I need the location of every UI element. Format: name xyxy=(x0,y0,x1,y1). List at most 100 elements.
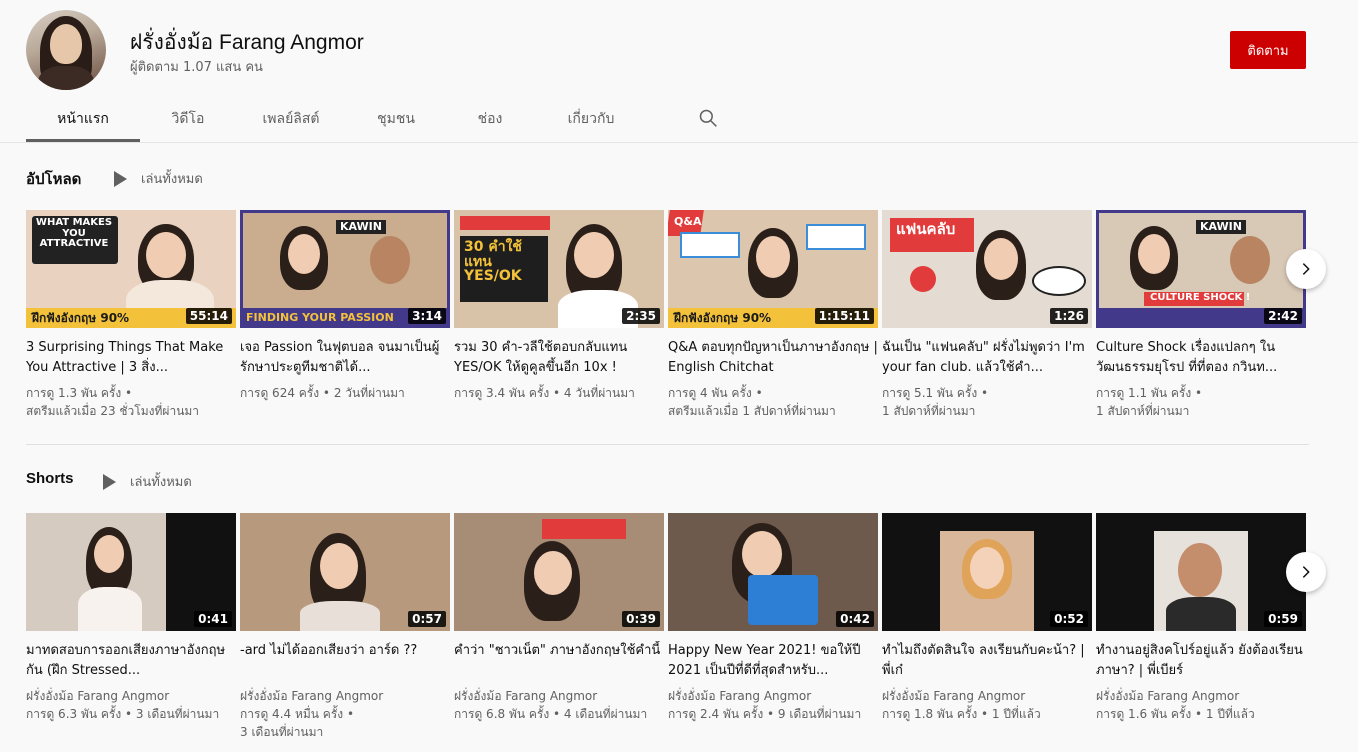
short-card[interactable]: 0:41 มาทดสอบการออกเสียงภาษาอังกฤษกัน (ฝึ… xyxy=(26,513,236,723)
uploads-next-button[interactable] xyxy=(1286,249,1326,289)
play-icon xyxy=(114,170,127,187)
play-all-label: เล่นทั้งหมด xyxy=(141,172,203,187)
video-date: 3 เดือนที่ผ่านมา xyxy=(240,725,324,739)
video-title[interactable]: เจอ Passion ในฟุตบอล จนมาเป็นผู้รักษาประ… xyxy=(240,338,450,378)
video-views: การดู 2.4 พัน ครั้ง • 9 เดือนที่ผ่านมา xyxy=(668,707,862,721)
video-duration: 0:39 xyxy=(622,611,660,627)
video-date: สตรีมแล้วเมื่อ 1 สัปดาห์ที่ผ่านมา xyxy=(668,404,836,418)
video-title[interactable]: 3 Surprising Things That Make You Attrac… xyxy=(26,338,236,378)
thumbnail-caption: KAWIN xyxy=(1196,220,1246,234)
thumbnail-caption: WHAT MAKES YOU ATTRACTIVE xyxy=(35,217,113,249)
video-views: การดู 6.3 พัน ครั้ง • 3 เดือนที่ผ่านมา xyxy=(26,707,220,721)
thumbnail-caption: 30 คำใช้แทน YES/OK xyxy=(464,239,522,285)
subscribe-button[interactable]: ติดตาม xyxy=(1230,31,1306,69)
video-title[interactable]: Q&A ตอบทุกปัญหาเป็นภาษาอังกฤษ | English … xyxy=(668,338,878,378)
thumbnail-banner: ฝึกฟังอังกฤษ 90% xyxy=(32,311,130,326)
video-date: 1 สัปดาห์ที่ผ่านมา xyxy=(1096,404,1190,418)
video-card[interactable]: WHAT MAKES YOU ATTRACTIVE ฝึกฟังอังกฤษ 9… xyxy=(26,210,236,420)
play-all-label: เล่นทั้งหมด xyxy=(130,475,192,490)
video-title[interactable]: รวม 30 คำ-วลีใช้ตอบกลับแทน YES/OK ให้ดูค… xyxy=(454,338,664,378)
video-thumbnail[interactable]: KAWIN FINDING YOUR PASSION 3:14 xyxy=(240,210,450,328)
video-duration: 2:42 xyxy=(1264,308,1302,324)
video-title[interactable]: ทำงานอยู่สิงคโปร์อยู่แล้ว ยังต้องเรียนภา… xyxy=(1096,641,1306,681)
play-icon xyxy=(103,473,116,490)
video-views: การดู 5.1 พัน ครั้ง • xyxy=(882,386,989,400)
video-thumbnail[interactable]: Q&A ฝึกฟังอังกฤษ 90% 1:15:11 xyxy=(668,210,878,328)
video-thumbnail[interactable]: KAWIN CULTURE SHOCK ! 2:42 xyxy=(1096,210,1306,328)
channel-name: ฝรั่งอั่งม้อ Farang Angmor xyxy=(130,31,364,54)
subscriber-count: ผู้ติดตาม 1.07 แสน คน xyxy=(130,60,263,75)
video-channel[interactable]: ฝรั่งอั่งม้อ Farang Angmor xyxy=(1096,687,1306,705)
video-duration: 0:52 xyxy=(1050,611,1088,627)
short-card[interactable]: 0:57 -ard ไม่ได้ออกเสียงว่า อาร์ด ?? ฝรั… xyxy=(240,513,450,741)
tab-videos[interactable]: วิดีโอ xyxy=(140,98,236,142)
thumbnail-caption: แฟนคลับ xyxy=(896,220,956,238)
video-views: การดู 4.4 หมื่น ครั้ง • xyxy=(240,707,355,721)
short-thumbnail[interactable]: 0:39 xyxy=(454,513,664,631)
shorts-shelf-title[interactable]: Shorts xyxy=(26,470,74,487)
video-duration: 55:14 xyxy=(185,308,232,324)
video-date: 1 สัปดาห์ที่ผ่านมา xyxy=(882,404,976,418)
video-views: การดู 1.1 พัน ครั้ง • xyxy=(1096,386,1203,400)
short-card[interactable]: 0:52 ทำไมถึงตัดสินใจ ลงเรียนกับคะน้า? | … xyxy=(882,513,1092,723)
tab-playlists[interactable]: เพลย์ลิสต์ xyxy=(236,98,346,142)
tab-home[interactable]: หน้าแรก xyxy=(26,98,140,142)
short-thumbnail[interactable]: 0:57 xyxy=(240,513,450,631)
video-card[interactable]: แฟนคลับ 1:26 ฉันเป็น "แฟนคลับ" ฝรั่งไม่พ… xyxy=(882,210,1092,420)
video-duration: 0:42 xyxy=(836,611,874,627)
chevron-right-icon xyxy=(1302,263,1310,275)
uploads-play-all-button[interactable]: เล่นทั้งหมด xyxy=(114,168,203,189)
video-duration: 1:15:11 xyxy=(814,308,874,324)
thumbnail-caption: KAWIN xyxy=(336,220,386,234)
tab-channels[interactable]: ช่อง xyxy=(446,98,534,142)
shelf-divider xyxy=(26,444,1309,445)
short-card[interactable]: 0:59 ทำงานอยู่สิงคโปร์อยู่แล้ว ยังต้องเร… xyxy=(1096,513,1306,723)
short-thumbnail[interactable]: 0:52 xyxy=(882,513,1092,631)
video-duration: 0:59 xyxy=(1264,611,1302,627)
channel-home-content: อัปโหลด เล่นทั้งหมด WHAT MAKES YOU ATTRA… xyxy=(0,143,1358,752)
video-title[interactable]: ทำไมถึงตัดสินใจ ลงเรียนกับคะน้า? | พี่เก… xyxy=(882,641,1092,681)
video-title[interactable]: Happy New Year 2021! ขอให้ปี 2021 เป็นปี… xyxy=(668,641,878,681)
video-card[interactable]: KAWIN FINDING YOUR PASSION 3:14 เจอ Pass… xyxy=(240,210,450,402)
video-thumbnail[interactable]: แฟนคลับ 1:26 xyxy=(882,210,1092,328)
video-channel[interactable]: ฝรั่งอั่งม้อ Farang Angmor xyxy=(240,687,450,705)
search-icon[interactable] xyxy=(698,108,718,128)
channel-header: ฝรั่งอั่งม้อ Farang Angmor ผู้ติดตาม 1.0… xyxy=(0,0,1358,142)
tab-community[interactable]: ชุมชน xyxy=(346,98,446,142)
short-thumbnail[interactable]: 0:59 xyxy=(1096,513,1306,631)
chevron-right-icon xyxy=(1302,566,1310,578)
short-thumbnail[interactable]: 0:41 xyxy=(26,513,236,631)
channel-tabs: หน้าแรก วิดีโอ เพลย์ลิสต์ ชุมชน ช่อง เกี… xyxy=(26,98,648,142)
video-title[interactable]: คำว่า "ชาวเน็ต" ภาษาอังกฤษใช้คำนี้ xyxy=(454,641,664,681)
video-title[interactable]: Culture Shock เรื่องแปลกๆ ในวัฒนธรรมยุโร… xyxy=(1096,338,1306,378)
video-title[interactable]: มาทดสอบการออกเสียงภาษาอังกฤษกัน (ฝึก Str… xyxy=(26,641,236,681)
video-channel[interactable]: ฝรั่งอั่งม้อ Farang Angmor xyxy=(882,687,1092,705)
video-title[interactable]: ฉันเป็น "แฟนคลับ" ฝรั่งไม่พูดว่า I'm you… xyxy=(882,338,1092,378)
video-views: การดู 624 ครั้ง • 2 วันที่ผ่านมา xyxy=(240,386,405,400)
video-views: การดู 1.6 พัน ครั้ง • 1 ปีที่แล้ว xyxy=(1096,707,1255,721)
short-card[interactable]: 0:39 คำว่า "ชาวเน็ต" ภาษาอังกฤษใช้คำนี้ … xyxy=(454,513,664,723)
video-thumbnail[interactable]: WHAT MAKES YOU ATTRACTIVE ฝึกฟังอังกฤษ 9… xyxy=(26,210,236,328)
video-duration: 1:26 xyxy=(1050,308,1088,324)
video-channel[interactable]: ฝรั่งอั่งม้อ Farang Angmor xyxy=(668,687,878,705)
thumbnail-banner: ฝึกฟังอังกฤษ 90% xyxy=(674,311,772,326)
video-title[interactable]: -ard ไม่ได้ออกเสียงว่า อาร์ด ?? xyxy=(240,641,450,681)
uploads-shelf-title[interactable]: อัปโหลด xyxy=(26,167,81,191)
video-channel[interactable]: ฝรั่งอั่งม้อ Farang Angmor xyxy=(454,687,664,705)
video-channel[interactable]: ฝรั่งอั่งม้อ Farang Angmor xyxy=(26,687,236,705)
video-card[interactable]: KAWIN CULTURE SHOCK ! 2:42 Culture Shock… xyxy=(1096,210,1306,420)
video-card[interactable]: 30 คำใช้แทน YES/OK 2:35 รวม 30 คำ-วลีใช้… xyxy=(454,210,664,402)
video-views: การดู 4 พัน ครั้ง • xyxy=(668,386,763,400)
video-card[interactable]: Q&A ฝึกฟังอังกฤษ 90% 1:15:11 Q&A ตอบทุกป… xyxy=(668,210,878,420)
video-thumbnail[interactable]: 30 คำใช้แทน YES/OK 2:35 xyxy=(454,210,664,328)
video-views: การดู 1.3 พัน ครั้ง • xyxy=(26,386,133,400)
video-date: สตรีมแล้วเมื่อ 23 ชั่วโมงที่ผ่านมา xyxy=(26,404,200,418)
channel-avatar[interactable] xyxy=(26,10,106,90)
tab-about[interactable]: เกี่ยวกับ xyxy=(534,98,648,142)
shorts-play-all-button[interactable]: เล่นทั้งหมด xyxy=(103,471,192,492)
short-card[interactable]: 0:42 Happy New Year 2021! ขอให้ปี 2021 เ… xyxy=(668,513,878,723)
thumbnail-caption: Q&A xyxy=(674,215,702,228)
video-duration: 2:35 xyxy=(622,308,660,324)
shorts-next-button[interactable] xyxy=(1286,552,1326,592)
short-thumbnail[interactable]: 0:42 xyxy=(668,513,878,631)
